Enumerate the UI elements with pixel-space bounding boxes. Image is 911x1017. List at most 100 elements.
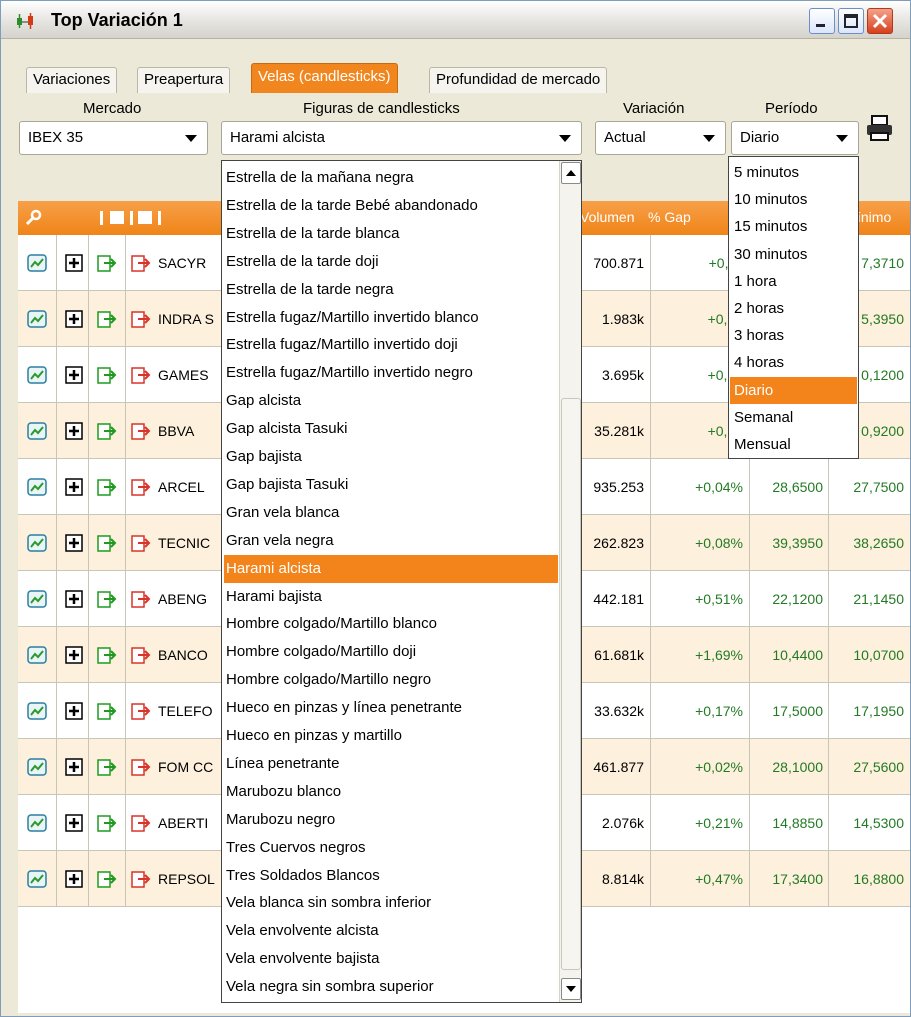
add-icon[interactable] [63,812,85,834]
periodo-option[interactable]: Semanal [730,404,857,431]
chart-icon[interactable] [26,420,48,442]
sell-export-icon[interactable] [130,700,152,722]
figuras-option[interactable]: Marubozu blanco [224,778,558,806]
chart-icon[interactable] [26,812,48,834]
periodo-option[interactable]: Diario [730,376,857,404]
tab-variaciones[interactable]: Variaciones [26,67,118,93]
chart-icon[interactable] [26,588,48,610]
chart-icon[interactable] [26,308,48,330]
dropdown-scrollbar[interactable] [559,161,581,1002]
figuras-option[interactable]: Estrella fugaz/Martillo invertido doji [224,331,558,359]
scroll-thumb[interactable] [561,398,581,970]
periodo-option[interactable]: 10 minutos [730,186,857,213]
sell-export-icon[interactable] [130,644,152,666]
buy-export-icon[interactable] [96,420,118,442]
periodo-option[interactable]: 15 minutos [730,213,857,240]
figuras-option[interactable]: Línea penetrante [224,750,558,778]
chart-icon[interactable] [26,532,48,554]
figuras-option[interactable]: Harami alcista [224,554,558,583]
periodo-option[interactable]: Mensual [730,431,857,458]
sell-export-icon[interactable] [130,532,152,554]
sell-export-icon[interactable] [130,476,152,498]
add-icon[interactable] [63,252,85,274]
buy-export-icon[interactable] [96,588,118,610]
add-icon[interactable] [63,532,85,554]
buy-export-icon[interactable] [96,364,118,386]
maximize-button[interactable] [838,8,864,34]
figuras-option[interactable]: Hombre colgado/Martillo doji [224,638,558,666]
add-icon[interactable] [63,644,85,666]
scroll-down-button[interactable] [561,978,581,1000]
tab-velas[interactable]: Velas (candlesticks) [251,63,398,93]
sell-export-icon[interactable] [130,420,152,442]
add-icon[interactable] [63,364,85,386]
figuras-option[interactable]: Hueco en pinzas y martillo [224,722,558,750]
figuras-option[interactable]: Hombre colgado/Martillo blanco [224,610,558,638]
chart-icon[interactable] [26,868,48,890]
figuras-option[interactable]: Gap bajista [224,443,558,471]
variacion-select[interactable]: Actual [595,121,726,155]
buy-export-icon[interactable] [96,532,118,554]
figuras-option[interactable]: Tres Soldados Blancos [224,862,558,890]
figuras-option[interactable]: Estrella de la tarde doji [224,248,558,276]
chart-icon[interactable] [26,364,48,386]
buy-export-icon[interactable] [96,644,118,666]
periodo-option[interactable]: 30 minutos [730,241,857,268]
figuras-option[interactable]: Estrella de la tarde negra [224,276,558,304]
title-bar[interactable]: Top Variación 1 [1,1,910,39]
periodo-option[interactable]: 3 horas [730,322,857,349]
buy-export-icon[interactable] [96,868,118,890]
figuras-option[interactable]: Vela negra sin sombra superior [224,973,558,1001]
figuras-select[interactable]: Harami alcista [221,121,582,155]
figuras-option[interactable]: Estrella de la mañana negra [224,164,558,192]
periodo-select[interactable]: Diario [731,121,859,155]
figuras-option[interactable]: Marubozu negro [224,806,558,834]
figuras-option[interactable]: Gran vela negra [224,527,558,555]
buy-export-icon[interactable] [96,700,118,722]
buy-export-icon[interactable] [96,308,118,330]
add-icon[interactable] [63,308,85,330]
add-icon[interactable] [63,868,85,890]
sell-export-icon[interactable] [130,364,152,386]
figuras-option[interactable]: Estrella de la tarde Bebé abandonado [224,192,558,220]
chart-icon[interactable] [26,756,48,778]
figuras-option[interactable]: Gap alcista Tasuki [224,415,558,443]
scroll-up-button[interactable] [561,162,581,184]
figuras-option[interactable]: Gran vela blanca [224,499,558,527]
periodo-option[interactable]: 5 minutos [730,159,857,186]
add-icon[interactable] [63,588,85,610]
figuras-option[interactable]: Estrella de la tarde blanca [224,220,558,248]
figuras-dropdown-list[interactable]: Estrella de la mañana negra Estrella de l… [221,160,582,1003]
chart-icon[interactable] [26,252,48,274]
figuras-option[interactable]: Vela blanca sin sombra inferior [224,889,558,917]
buy-export-icon[interactable] [96,252,118,274]
add-icon[interactable] [63,756,85,778]
gap-header[interactable]: % Gap [648,209,691,225]
figuras-option[interactable]: Estrella fugaz/Martillo invertido blanco [224,304,558,332]
buy-export-icon[interactable] [96,812,118,834]
sell-export-icon[interactable] [130,308,152,330]
figuras-option[interactable]: Estrella fugaz/Martillo invertido negro [224,359,558,387]
sell-export-icon[interactable] [130,588,152,610]
chart-icon[interactable] [26,644,48,666]
add-icon[interactable] [63,700,85,722]
minimo-header[interactable]: ínimo [857,209,891,225]
figuras-option[interactable]: Gap alcista [224,387,558,415]
printer-icon[interactable] [863,114,897,144]
figuras-option[interactable]: Hueco en pinzas y línea penetrante [224,694,558,722]
sell-export-icon[interactable] [130,812,152,834]
figuras-option[interactable]: Hombre colgado/Martillo negro [224,666,558,694]
mercado-select[interactable]: IBEX 35 [19,121,208,155]
sell-export-icon[interactable] [130,756,152,778]
column-icons[interactable] [98,209,168,227]
chart-icon[interactable] [26,700,48,722]
tab-profundidad[interactable]: Profundidad de mercado [429,67,608,93]
chart-icon[interactable] [26,476,48,498]
buy-export-icon[interactable] [96,756,118,778]
figuras-option[interactable]: Tres Cuervos negros [224,834,558,862]
wrench-icon[interactable] [24,209,42,227]
sell-export-icon[interactable] [130,252,152,274]
add-icon[interactable] [63,420,85,442]
minimize-button[interactable] [809,8,835,34]
volumen-header[interactable]: Volumen [580,209,634,225]
